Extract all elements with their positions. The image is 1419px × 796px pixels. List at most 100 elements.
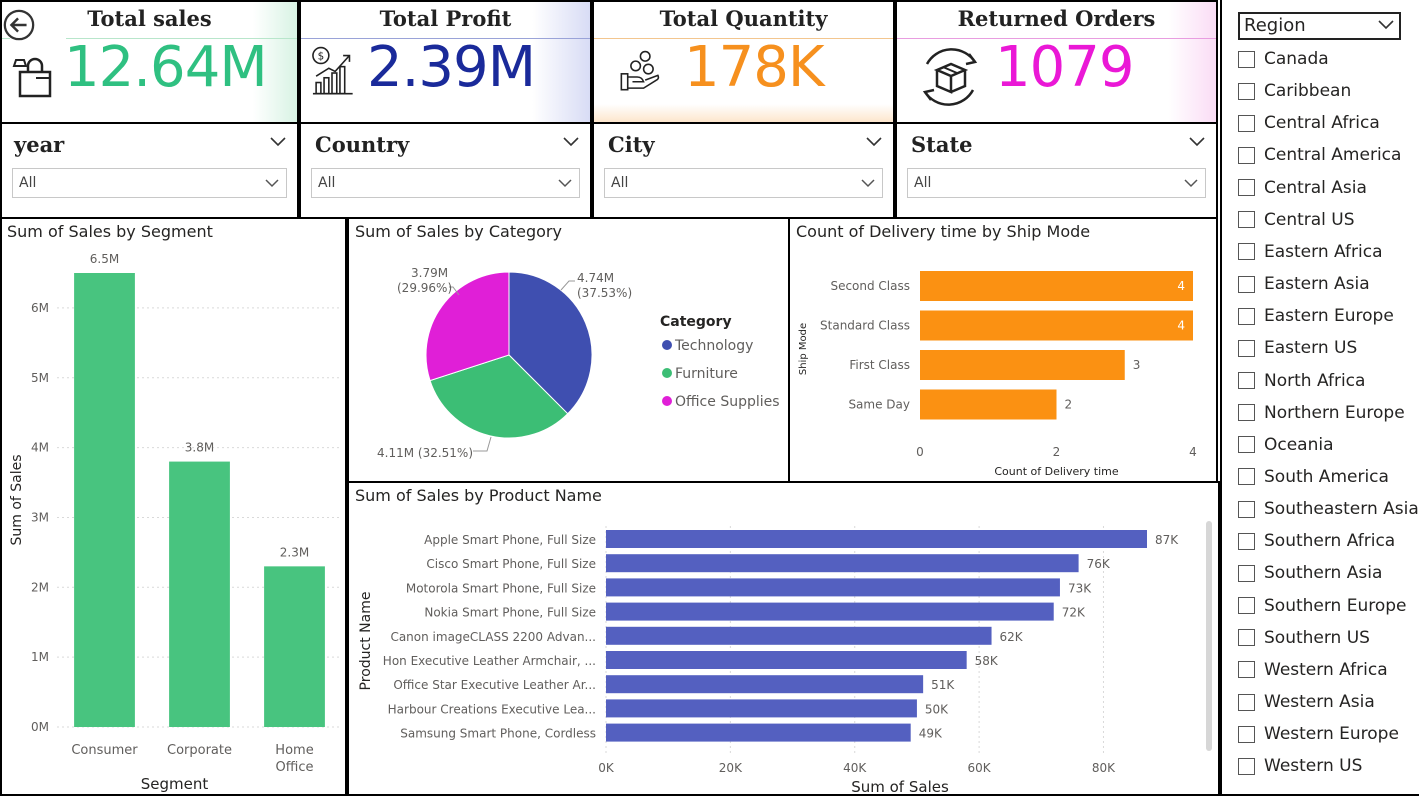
y-tick-label: Cisco Smart Phone, Full Size	[426, 557, 596, 571]
region-option[interactable]: Southern Europe	[1238, 593, 1407, 619]
checkbox[interactable]	[1238, 629, 1255, 647]
region-option[interactable]: Southern Africa	[1238, 528, 1395, 554]
bar	[920, 350, 1125, 380]
checkbox[interactable]	[1238, 532, 1255, 550]
checkbox[interactable]	[1238, 564, 1255, 582]
shipmode-bar-chart[interactable]: 0 2 4 Second Class 4 Standard Class 4 First Cla…	[790, 245, 1216, 483]
data-label: 2.3M	[280, 545, 309, 559]
chevron-down-icon[interactable]	[269, 136, 287, 148]
checkbox[interactable]	[1238, 693, 1255, 711]
region-option[interactable]: South America	[1238, 464, 1389, 490]
region-option[interactable]: Northern Europe	[1238, 400, 1405, 426]
region-option[interactable]: Eastern Africa	[1238, 239, 1383, 265]
product-bar-chart[interactable]: 0K 20K 40K 60K 80K Apple Smart Phone, Full Si…	[349, 507, 1209, 796]
checkbox[interactable]	[1238, 243, 1255, 261]
dashboard: Total sales 12.64M Total Profit $ 2.39M …	[0, 0, 1419, 796]
profit-growth-icon: $	[312, 46, 353, 95]
region-slicer[interactable]: Region Canada Caribbean Central Africa Cent…	[1220, 0, 1419, 796]
region-option[interactable]: Eastern US	[1238, 335, 1357, 361]
checkbox[interactable]	[1238, 500, 1255, 518]
checkbox[interactable]	[1238, 404, 1255, 422]
region-option[interactable]: Western US	[1238, 753, 1362, 779]
region-label: Central Asia	[1264, 177, 1367, 198]
checkbox[interactable]	[1238, 339, 1255, 357]
leader-line	[473, 436, 492, 452]
checkbox[interactable]	[1238, 50, 1255, 68]
region-option[interactable]: Oceania	[1238, 432, 1334, 458]
y-axis-title: Ship Mode	[798, 323, 809, 375]
checkbox[interactable]	[1238, 114, 1255, 132]
checkbox[interactable]	[1238, 179, 1255, 197]
checkbox[interactable]	[1238, 146, 1255, 164]
region-option[interactable]: Western Europe	[1238, 721, 1399, 747]
y-tick-label: Office Star Executive Leather Ar...	[393, 678, 596, 692]
region-label: South America	[1264, 466, 1389, 487]
kpi-title: Returned Orders	[957, 6, 1156, 31]
category-pie-chart[interactable]: 4.74M(37.53%) 4.11M (32.51%) 3.79M(29.96%)…	[349, 245, 788, 483]
filter-year[interactable]: year All	[0, 122, 299, 219]
city-dropdown[interactable]: All	[604, 168, 883, 198]
chevron-down-icon[interactable]	[562, 136, 580, 148]
region-option[interactable]: Southern US	[1238, 625, 1370, 651]
checkbox[interactable]	[1238, 725, 1255, 743]
data-label: (29.96%)	[397, 281, 452, 295]
category-chart-panel[interactable]: Sum of Sales by Category 4.74M (37.53%) 4.…	[347, 217, 790, 483]
chevron-down-icon[interactable]	[865, 136, 883, 148]
filter-city[interactable]: City All	[592, 122, 895, 219]
kpi-title: Total Profit	[379, 6, 512, 31]
checkbox[interactable]	[1238, 468, 1255, 486]
region-option[interactable]: Canada	[1238, 46, 1329, 72]
checkbox[interactable]	[1238, 372, 1255, 389]
kpi-card-total-profit[interactable]: Total Profit $ 2.39M	[299, 0, 592, 124]
data-label: 2	[1065, 398, 1073, 412]
back-arrow-icon[interactable]	[2, 8, 36, 42]
shipmode-chart-panel[interactable]: Count of Delivery time by Ship Mode 0 2 4 S…	[788, 217, 1218, 483]
filter-state[interactable]: State All	[895, 122, 1218, 219]
region-option[interactable]: Central Asia	[1238, 175, 1367, 201]
region-option[interactable]: Central Africa	[1238, 110, 1380, 136]
region-option[interactable]: North Africa	[1238, 368, 1365, 394]
chevron-down-icon[interactable]	[1188, 136, 1206, 148]
checkbox[interactable]	[1238, 436, 1255, 454]
y-tick-label: Motorola Smart Phone, Full Size	[406, 581, 596, 595]
region-option[interactable]: Eastern Asia	[1238, 271, 1370, 297]
y-tick-label: First Class	[849, 358, 910, 372]
kpi-card-total-sales[interactable]: Total sales 12.64M	[0, 0, 299, 124]
kpi-value: 178K	[684, 35, 825, 100]
checkbox[interactable]	[1238, 211, 1255, 229]
year-dropdown[interactable]: All	[12, 168, 287, 198]
y-tick-label: Samsung Smart Phone, Cordless	[400, 727, 596, 741]
country-dropdown[interactable]: All	[311, 168, 580, 198]
region-title: Region	[1244, 15, 1306, 36]
region-option[interactable]: Western Asia	[1238, 689, 1375, 715]
checkbox[interactable]	[1238, 275, 1255, 293]
checkbox[interactable]	[1238, 82, 1255, 100]
region-option[interactable]: Central America	[1238, 142, 1401, 168]
product-chart-panel[interactable]: Sum of Sales by Product Name 0K 20K 40K 60K…	[347, 481, 1220, 796]
data-label: (37.53%)	[577, 286, 632, 300]
kpi-card-total-quantity[interactable]: Total Quantity 178K	[592, 0, 895, 124]
segment-chart-panel[interactable]: Sum of Sales by Segment 0M 1M 2M 3M 4M 5M 6M 6.…	[0, 217, 347, 796]
region-option[interactable]: Western Africa	[1238, 657, 1388, 683]
bar	[606, 626, 992, 645]
region-label: Oceania	[1264, 434, 1334, 455]
filter-country[interactable]: Country All	[299, 122, 592, 219]
bar	[920, 389, 1057, 420]
checkbox[interactable]	[1238, 307, 1255, 325]
region-option[interactable]: Southeastern Asia	[1238, 496, 1419, 522]
region-option[interactable]: Central US	[1238, 207, 1355, 233]
region-option[interactable]: Caribbean	[1238, 78, 1351, 104]
kpi-card-returned-orders[interactable]: Returned Orders 1079	[895, 0, 1218, 124]
region-option[interactable]: Eastern Europe	[1238, 303, 1394, 329]
region-option[interactable]: Southern Asia	[1238, 560, 1382, 586]
checkbox[interactable]	[1238, 661, 1255, 679]
data-label: 62K	[1000, 630, 1024, 644]
data-label: 3.79M	[411, 266, 448, 280]
state-dropdown[interactable]: All	[907, 168, 1206, 198]
checkbox[interactable]	[1238, 597, 1255, 615]
checkbox[interactable]	[1238, 757, 1255, 775]
region-label: Eastern Europe	[1264, 306, 1394, 327]
region-dropdown[interactable]: Region	[1238, 12, 1401, 40]
data-label: 4	[1177, 279, 1185, 293]
segment-bar-chart[interactable]: 0M 1M 2M 3M 4M 5M 6M 6.5M Consumer 3.8M Corporate 2…	[2, 245, 345, 795]
